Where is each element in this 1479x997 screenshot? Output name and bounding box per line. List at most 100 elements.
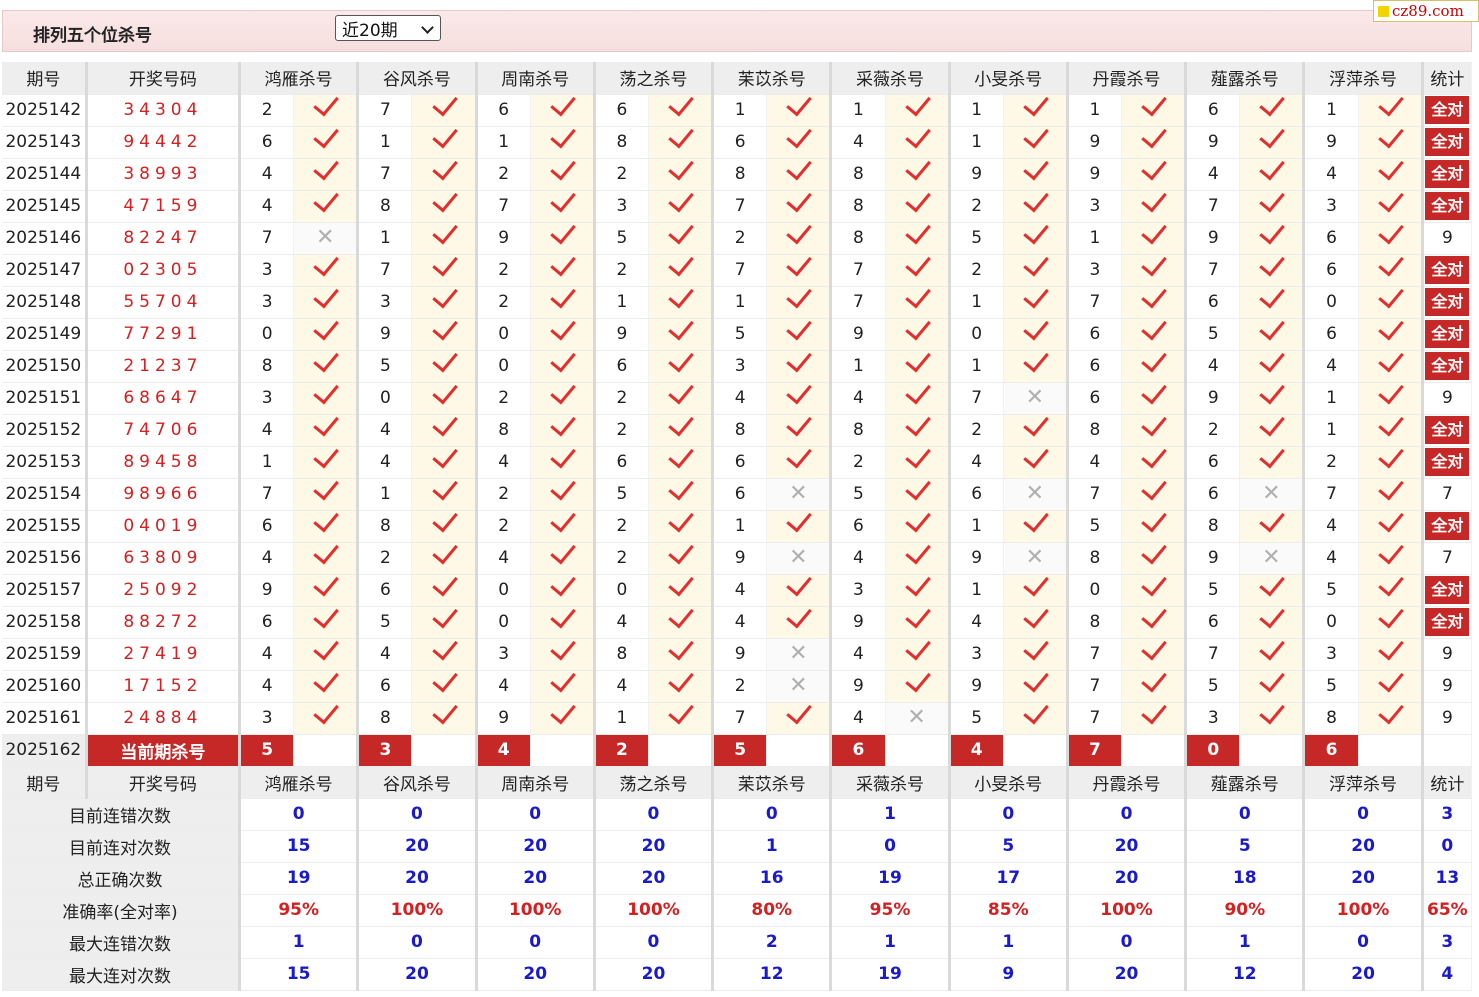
row-stat: 全对: [1422, 190, 1473, 223]
kill-result: [766, 441, 833, 479]
stat-count: 9: [1441, 644, 1453, 664]
kill-result: [411, 569, 478, 607]
current-stat-empty: [1422, 734, 1473, 767]
kill-number: 8: [830, 414, 886, 447]
kill-number: 1: [357, 126, 413, 159]
kill-number-table: 期号 开奖号码 鸿雁杀号 谷风杀号 周南杀号 荡之杀号 苿苡杀号 采薇杀号 小旻杀号 丹霞杀号 薤露…: [2, 62, 1473, 991]
check-icon: [1023, 89, 1049, 117]
stat-count: 9: [1441, 708, 1453, 728]
kill-result: [1239, 441, 1306, 479]
current-kill-number: 2: [594, 734, 649, 767]
check-icon: [904, 441, 931, 469]
kill-result: [1121, 217, 1188, 255]
column-header-expert: 荡之杀号: [594, 62, 715, 95]
kill-number: 3: [1067, 254, 1123, 287]
kill-number: 4: [949, 606, 1004, 639]
kill-result: [1003, 569, 1069, 607]
kill-number: 4: [830, 126, 886, 159]
kill-result: [530, 569, 596, 607]
kill-result: ✕: [885, 702, 951, 735]
check-icon: [668, 217, 694, 245]
kill-number: 2: [476, 286, 531, 319]
summary-value: 20: [594, 862, 715, 895]
kill-result: [1358, 569, 1424, 607]
kill-result: [530, 601, 596, 639]
kill-number: 4: [830, 702, 886, 735]
kill-result: [411, 153, 478, 191]
draw-number: 89458: [86, 446, 242, 479]
kill-result: [293, 665, 360, 703]
kill-number: 7: [1067, 286, 1123, 319]
kill-number: 5: [1067, 510, 1123, 543]
draw-number: 21237: [86, 350, 242, 383]
table-row: 2025145 47159 4 8 7 3 7 8 2 3 7 3 全对: [2, 185, 1473, 223]
kill-number: 3: [239, 286, 295, 319]
kill-result: [293, 121, 360, 159]
all-right-badge: 全对: [1425, 128, 1470, 156]
summary-label: 准确率(全对率): [2, 894, 242, 927]
row-stat: 9: [1422, 222, 1473, 255]
kill-number: 9: [1185, 126, 1241, 159]
draw-number: 77291: [86, 318, 242, 351]
draw-number: 04019: [86, 510, 242, 543]
kill-number: 9: [476, 222, 531, 255]
check-icon: [431, 569, 458, 597]
summary-value: 2: [712, 926, 833, 959]
kill-number: 2: [594, 542, 649, 575]
kill-number: 0: [239, 318, 295, 351]
kill-number: 9: [594, 318, 649, 351]
row-stat: 全对: [1422, 350, 1473, 383]
kill-result: [766, 505, 833, 543]
site-logo[interactable]: cz89.com: [1373, 0, 1479, 22]
summary-value: 1: [1185, 926, 1306, 959]
kill-number: 8: [1067, 606, 1123, 639]
table-row: 2025152 74706 4 4 8 2 8 8 2 8 2 1 全对: [2, 409, 1473, 447]
check-icon: [1377, 281, 1404, 309]
bottom-header-row: 期号 开奖号码 鸿雁杀号 谷风杀号 周南杀号 荡之杀号 苿苡杀号 采薇杀号 小旻杀号 丹霞杀号 薤露…: [2, 766, 1473, 799]
summary-value: 0: [1067, 798, 1188, 831]
issue-number: 2025159: [2, 638, 88, 671]
column-header-expert: 苿苡杀号: [712, 766, 833, 799]
table-row: 2025154 98966 7 1 2 5 6 ✕ 5 6 ✕ 7 6 ✕ 7 7: [2, 473, 1473, 511]
kill-number: 2: [1185, 414, 1241, 447]
kill-result: [1121, 601, 1188, 639]
check-icon: [313, 601, 340, 629]
kill-result: [1003, 697, 1069, 735]
kill-number: 7: [712, 190, 768, 223]
kill-number: 3: [476, 638, 531, 671]
kill-number: 1: [1303, 382, 1359, 415]
kill-result: [1003, 217, 1069, 255]
kill-number: 8: [1067, 542, 1123, 575]
check-icon: [668, 601, 694, 629]
current-kill-number: 4: [476, 734, 531, 767]
kill-result: [1121, 89, 1188, 127]
kill-result: [411, 345, 478, 383]
row-stat: 全对: [1422, 510, 1473, 543]
kill-result: [885, 377, 951, 415]
period-select[interactable]: 近20期: [335, 15, 441, 41]
kill-result: [530, 473, 596, 511]
check-icon: [1141, 217, 1167, 245]
draw-number: 63809: [86, 542, 242, 575]
check-icon: [786, 377, 813, 405]
summary-value: 9: [949, 958, 1069, 991]
kill-number: 4: [1303, 510, 1359, 543]
check-icon: [550, 473, 576, 501]
kill-number: 2: [476, 478, 531, 511]
check-icon: [1259, 313, 1286, 341]
row-stat: 9: [1422, 702, 1473, 735]
check-icon: [1259, 185, 1286, 213]
check-icon: [313, 665, 340, 693]
check-icon: [668, 409, 694, 437]
draw-number: 74706: [86, 414, 242, 447]
kill-number: 4: [476, 542, 531, 575]
check-icon: [1259, 153, 1286, 181]
table-row: 2025142 34304 2 7 6 6 1 1 1 1 6 1 全对: [2, 89, 1473, 127]
kill-number: 4: [830, 542, 886, 575]
summary-value: 1: [830, 798, 951, 831]
stat-count: 9: [1441, 676, 1453, 696]
table-row: 2025148 55704 3 3 2 1 1 7 1 7 6 0 全对: [2, 281, 1473, 319]
column-header-expert: 浮萍杀号: [1303, 766, 1424, 799]
check-icon: [904, 121, 931, 149]
kill-result: [648, 185, 715, 223]
